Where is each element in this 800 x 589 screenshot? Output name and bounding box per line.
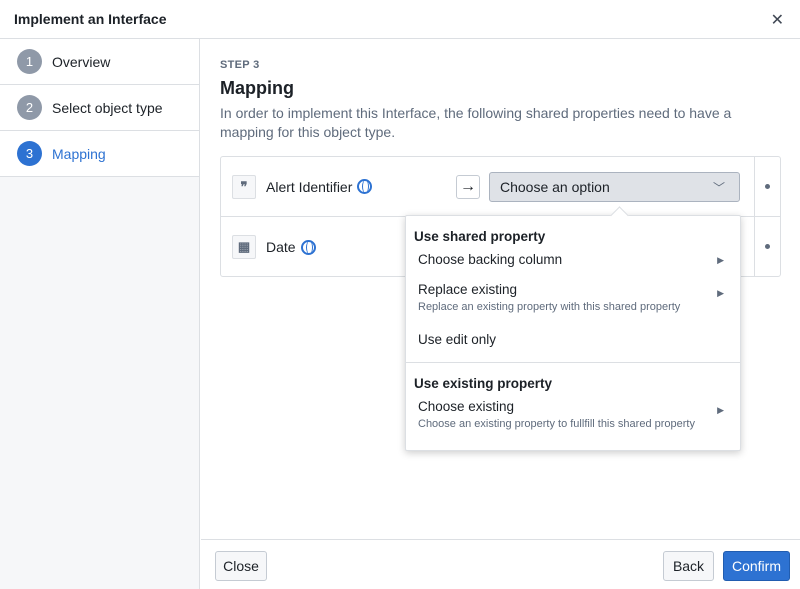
step-label: Mapping (52, 145, 106, 162)
mapping-select[interactable]: Choose an option ﹀ (489, 172, 740, 202)
menu-item-label: Replace existing (418, 282, 518, 297)
caret-right-icon: ▶ (717, 288, 724, 298)
menu-item-use-edit-only[interactable]: Use edit only (406, 332, 740, 354)
step-label: Overview (52, 53, 111, 70)
menu-item-description: Choose an existing property to fullfill … (418, 418, 695, 430)
menu-item-label: Choose backing column (418, 252, 563, 267)
menu-item-label: Use edit only (418, 332, 497, 347)
description: In order to implement this Interface, th… (220, 105, 732, 140)
step-select-object-type[interactable]: 2 Select object type (0, 85, 199, 131)
menu-item-choose-existing[interactable]: Choose existing Choose an existing proper… (406, 399, 740, 449)
calendar-icon: ▦ (232, 235, 256, 259)
caret-right-icon: ▶ (717, 405, 724, 415)
close-icon[interactable]: ✕ (771, 10, 784, 30)
dialog-header: Implement an Interface ✕ (0, 0, 800, 39)
dialog-footer: Close Back Confirm (201, 539, 800, 589)
close-button[interactable]: Close (215, 551, 267, 581)
caret-right-icon: ▶ (717, 255, 724, 265)
globe-icon (300, 239, 316, 255)
step-mapping[interactable]: 3 Mapping (0, 131, 199, 177)
menu-item-label: Choose existing (418, 399, 515, 414)
property-name: Alert Identifier (266, 178, 353, 195)
menu-header: Use existing property (414, 376, 553, 391)
dialog-title: Implement an Interface (14, 11, 167, 27)
confirm-button[interactable]: Confirm (723, 551, 790, 581)
menu-item-choose-backing-column[interactable]: Choose backing column ▶ (406, 252, 740, 282)
mapping-row: ❞ Alert Identifier → Choose an option ﹀ (221, 157, 780, 217)
steps-sidebar: 1 Overview 2 Select object type 3 Mapping (0, 39, 200, 589)
step-number: 3 (17, 141, 42, 166)
quote-icon: ❞ (232, 174, 256, 199)
step-label: Select object type (52, 99, 163, 116)
property-name: Date (266, 239, 296, 255)
mapping-options-menu: Use shared property Choose backing colum… (405, 215, 741, 451)
step-overview[interactable]: 1 Overview (0, 39, 199, 85)
back-button[interactable]: Back (663, 551, 714, 581)
step-number: 1 (17, 49, 42, 74)
step-number: 2 (17, 95, 42, 120)
chevron-down-icon: ﹀ (712, 181, 725, 195)
menu-header: Use shared property (414, 229, 546, 244)
page-title: Mapping (220, 78, 294, 98)
status-dot (765, 244, 770, 249)
globe-icon (357, 179, 373, 194)
status-dot (765, 184, 770, 189)
menu-item-replace-existing[interactable]: Replace existing Replace an existing prop… (406, 282, 740, 332)
select-value: Choose an option (500, 179, 610, 195)
arrow-right-icon[interactable]: → (456, 175, 480, 199)
step-indicator: STEP 3 (220, 59, 260, 71)
menu-item-description: Replace an existing property with this s… (418, 301, 681, 313)
